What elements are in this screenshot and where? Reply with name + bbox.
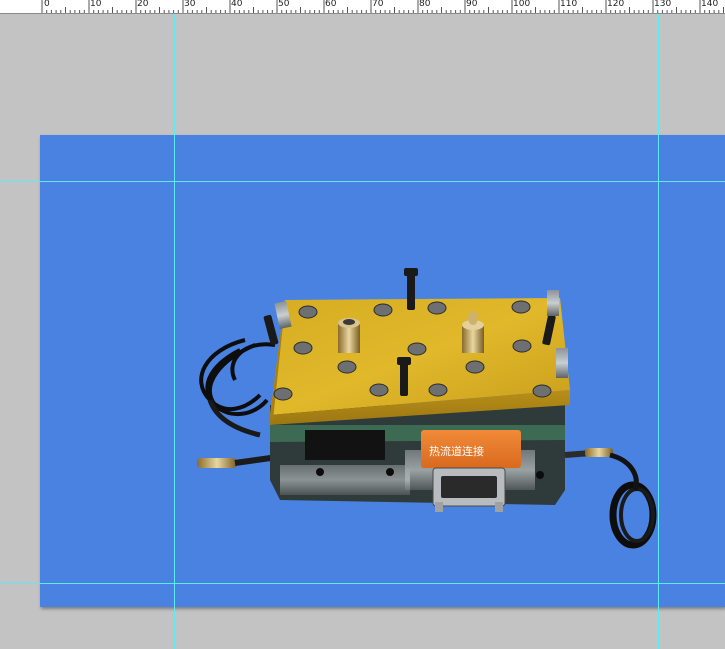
ruler-label-70: 70 bbox=[372, 0, 384, 9]
ruler-label-10: 10 bbox=[90, 0, 102, 9]
ruler-label-110: 110 bbox=[560, 0, 578, 9]
ruler-label-80: 80 bbox=[419, 0, 431, 9]
ruler-label-20: 20 bbox=[137, 0, 149, 9]
ruler-label-50: 50 bbox=[278, 0, 290, 9]
ruler-label-60: 60 bbox=[325, 0, 337, 9]
yellow-mold-plate bbox=[270, 298, 570, 425]
horizontal-ruler[interactable]: 0 10 20 30 40 50 60 70 80 90 100 110 120… bbox=[0, 0, 725, 14]
ruler-label-100: 100 bbox=[513, 0, 531, 9]
vertical-guide-right[interactable] bbox=[658, 14, 659, 649]
ruler-label-90: 90 bbox=[466, 0, 478, 9]
horizontal-guide-top[interactable] bbox=[0, 181, 725, 182]
vertical-guide-left[interactable] bbox=[174, 14, 175, 649]
ruler-label-30: 30 bbox=[184, 0, 196, 9]
ruler-label-140: 140 bbox=[701, 0, 719, 9]
ruler-label-0: 0 bbox=[44, 0, 50, 9]
horizontal-guide-bottom[interactable] bbox=[0, 583, 725, 584]
connector-label: 热流道连接 bbox=[429, 444, 484, 458]
ruler-label-40: 40 bbox=[231, 0, 243, 9]
product-photo[interactable]: 热流道连接 bbox=[185, 210, 660, 570]
ruler-label-130: 130 bbox=[654, 0, 672, 9]
right-cable-coil bbox=[564, 448, 657, 549]
ruler-label-120: 120 bbox=[607, 0, 625, 9]
